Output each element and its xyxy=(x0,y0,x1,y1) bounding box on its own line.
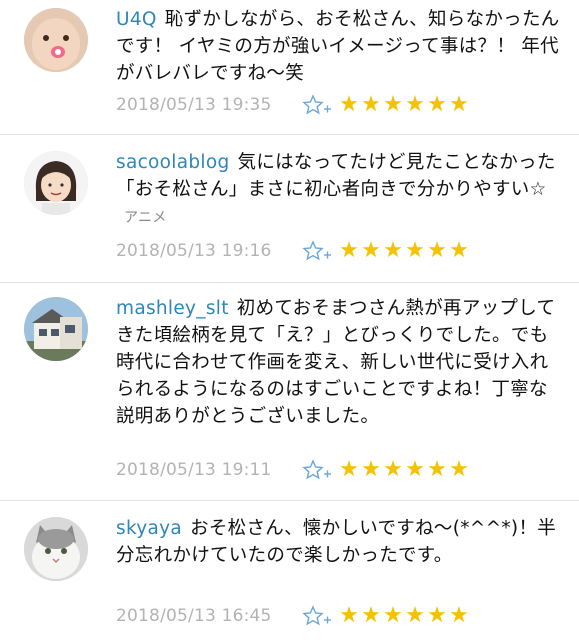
star-icon: ★ xyxy=(427,92,447,117)
star-plus-icon[interactable] xyxy=(302,94,332,116)
timestamp: 2018/05/13 19:11 xyxy=(116,460,272,480)
username-link[interactable]: mashley_slt xyxy=(116,298,229,319)
star-icon: ★ xyxy=(449,238,469,263)
star-icon: ★ xyxy=(361,92,381,117)
star-icon: ★ xyxy=(405,238,425,263)
star-icon: ★ xyxy=(361,238,381,263)
comment-body: mashley_slt 初めておそまつさん熱が再アップしてきた頃絵柄を見て「え？」… xyxy=(116,295,566,430)
star-icon: ★ xyxy=(405,457,425,482)
star-icon: ★ xyxy=(405,92,425,117)
comment-meta: 2018/05/13 19:35 ★ ★ ★ ★ ★ ★ xyxy=(116,93,470,117)
username-link[interactable]: U4Q xyxy=(116,9,157,30)
star-rating: ★ ★ ★ ★ ★ ★ xyxy=(338,459,470,481)
star-icon: ★ xyxy=(339,457,359,482)
avatar-image-baby xyxy=(24,8,88,72)
comment-item: mashley_slt 初めておそまつさん熱が再アップしてきた頃絵柄を見て「え？」… xyxy=(0,283,579,501)
star-rating: ★ ★ ★ ★ ★ ★ xyxy=(338,240,470,262)
comment-body: U4Q 恥ずかしながら、おそ松さん、知らなかったんです！ イヤミの方が強いイメージ… xyxy=(116,6,566,87)
comment-item: skyaya おそ松さん、懐かしいですね〜(*^^*)！半分忘れかけていたので楽し… xyxy=(0,501,579,640)
comment-body: sacoolablog 気にはなってたけど見たことなかった「おそ松さん」まさに初心… xyxy=(116,149,566,232)
comment-body: skyaya おそ松さん、懐かしいですね〜(*^^*)！半分忘れかけていたので楽し… xyxy=(116,515,566,569)
star-icon: ★ xyxy=(383,457,403,482)
star-rating: ★ ★ ★ ★ ★ ★ xyxy=(338,94,470,116)
star-icon: ★ xyxy=(427,603,447,628)
star-icon: ★ xyxy=(339,238,359,263)
avatar-image-house xyxy=(24,297,88,361)
star-plus-icon[interactable] xyxy=(302,459,332,481)
star-icon: ★ xyxy=(339,603,359,628)
comment-item: U4Q 恥ずかしながら、おそ松さん、知らなかったんです！ イヤミの方が強いイメージ… xyxy=(0,0,579,135)
star-icon: ★ xyxy=(449,92,469,117)
star-icon: ★ xyxy=(383,92,403,117)
avatar-image-cat xyxy=(24,517,88,581)
star-plus-icon[interactable] xyxy=(302,605,332,627)
star-icon: ★ xyxy=(449,603,469,628)
star-icon: ★ xyxy=(427,457,447,482)
star-icon: ★ xyxy=(383,603,403,628)
star-icon: ★ xyxy=(405,603,425,628)
comment-meta: 2018/05/13 19:16 ★ ★ ★ ★ ★ ★ xyxy=(116,239,470,263)
avatar[interactable] xyxy=(24,151,88,215)
avatar[interactable] xyxy=(24,297,88,361)
star-icon: ★ xyxy=(383,238,403,263)
comment-text: おそ松さん、懐かしいですね〜(*^^*)！半分忘れかけていたので楽しかったです。 xyxy=(116,518,557,566)
star-icon: ★ xyxy=(427,238,447,263)
comment-text: 恥ずかしながら、おそ松さん、知らなかったんです！ イヤミの方が強いイメージって事… xyxy=(116,9,560,84)
star-icon: ★ xyxy=(449,457,469,482)
avatar[interactable] xyxy=(24,517,88,581)
comment-meta: 2018/05/13 16:45 ★ ★ ★ ★ ★ ★ xyxy=(116,604,470,628)
timestamp: 2018/05/13 16:45 xyxy=(116,606,272,626)
star-icon: ★ xyxy=(339,92,359,117)
username-link[interactable]: sacoolablog xyxy=(116,152,230,173)
star-rating: ★ ★ ★ ★ ★ ★ xyxy=(338,605,470,627)
star-icon: ★ xyxy=(361,457,381,482)
comment-meta: 2018/05/13 19:11 ★ ★ ★ ★ ★ ★ xyxy=(116,458,470,482)
comment-item: sacoolablog 気にはなってたけど見たことなかった「おそ松さん」まさに初心… xyxy=(0,135,579,283)
timestamp: 2018/05/13 19:16 xyxy=(116,241,272,261)
avatar[interactable] xyxy=(24,8,88,72)
star-icon: ★ xyxy=(361,603,381,628)
avatar-image-woman xyxy=(24,151,88,215)
username-link[interactable]: skyaya xyxy=(116,518,182,539)
timestamp: 2018/05/13 19:35 xyxy=(116,95,272,115)
star-plus-icon[interactable] xyxy=(302,240,332,262)
category-tag[interactable]: アニメ xyxy=(124,210,167,226)
